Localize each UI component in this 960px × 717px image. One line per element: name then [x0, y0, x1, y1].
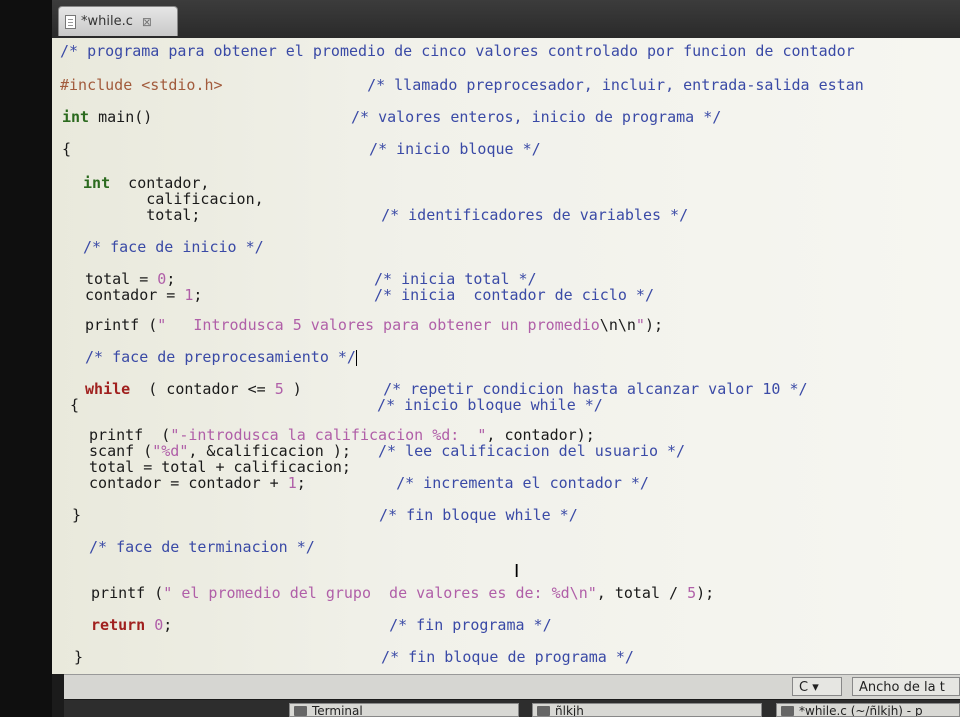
code-line: } /* fin bloque while */: [72, 506, 578, 524]
code-line: { /* inicio bloque while */: [70, 396, 603, 414]
code-token: total;: [74, 206, 201, 224]
code-token: }: [74, 648, 84, 666]
code-line: /* face de terminacion */: [80, 538, 315, 556]
taskbar-editor[interactable]: *while.c (~/ñlkjh) - p: [776, 703, 960, 717]
folder-icon: [537, 706, 550, 716]
code-line: /* face de preprocesamiento */: [76, 348, 357, 366]
code-token: /* inicio bloque */: [369, 140, 541, 158]
code-token: /* lee calificacion del usuario */: [378, 442, 686, 460]
code-token: , total /: [596, 584, 688, 602]
code-token: ;: [296, 474, 306, 492]
code-token: 0: [154, 616, 164, 634]
code-line: /* programa para obtener el promedio de …: [60, 42, 855, 60]
code-token: 1: [287, 474, 297, 492]
tab-close-icon[interactable]: ⊠: [142, 15, 152, 29]
mouse-ibeam-icon: I: [514, 561, 520, 582]
code-token: contador = contador +: [80, 474, 288, 492]
code-token: /* programa para obtener el promedio de …: [60, 42, 855, 60]
status-bar: C ▾ Ancho de la t: [64, 674, 960, 699]
screen: *while.c ⊠ /* programa para obtener el p…: [52, 0, 960, 717]
code-token: /* face de terminacion */: [80, 538, 315, 556]
tab-title: *while.c: [81, 14, 133, 29]
code-line: return 0; /* fin programa */: [82, 616, 552, 634]
code-token: " el promedio del grupo de valores es de…: [163, 584, 597, 602]
language-selector[interactable]: C ▾: [792, 677, 842, 696]
code-line: int main() /* valores enteros, inicio de…: [62, 108, 721, 126]
code-token: 5: [687, 584, 697, 602]
code-token: /* fin programa */: [389, 616, 552, 634]
code-line: contador = 1; /* inicia contador de cicl…: [76, 286, 654, 304]
taskbar: Terminal ñlkjh *while.c (~/ñlkjh) - p: [64, 700, 960, 717]
code-line: contador = contador + 1; /* incrementa e…: [80, 474, 649, 492]
document-icon: [65, 14, 76, 29]
text-cursor: [355, 349, 357, 366]
code-token: /* fin bloque while */: [379, 506, 578, 524]
code-token: main(): [89, 108, 153, 126]
code-token: printf (: [76, 316, 158, 334]
code-editor[interactable]: /* programa para obtener el promedio de …: [52, 38, 960, 674]
code-token: /* fin bloque de programa */: [381, 648, 634, 666]
taskbar-editor-label: *while.c (~/ñlkjh) - p: [799, 704, 923, 717]
code-token: /* valores enteros, inicio de programa *…: [351, 108, 722, 126]
code-line: { /* inicio bloque */: [62, 140, 541, 158]
code-token: /* inicia contador de ciclo */: [374, 286, 654, 304]
code-token: /* llamado preprocesador, incluir, entra…: [367, 76, 864, 94]
code-line: #include <stdio.h> /* llamado preprocesa…: [60, 76, 864, 94]
code-token: {: [62, 140, 72, 158]
tab-while-c[interactable]: *while.c ⊠: [58, 6, 178, 36]
tab-bar: *while.c ⊠: [52, 0, 960, 39]
code-line: total; /* identificadores de variables *…: [74, 206, 688, 224]
code-token: /* inicio bloque while */: [377, 396, 603, 414]
code-token: /* face de preprocesamiento */: [76, 348, 356, 366]
code-token: printf (: [82, 584, 164, 602]
taskbar-terminal[interactable]: Terminal: [289, 703, 519, 717]
terminal-icon: [294, 706, 307, 716]
code-token: ;: [163, 616, 173, 634]
code-token: /* incrementa el contador */: [396, 474, 649, 492]
code-line: printf (" Introdusca 5 valores para obte…: [76, 316, 663, 334]
text-editor-icon: [781, 706, 794, 716]
code-token: contador =: [76, 286, 185, 304]
tab-width-selector[interactable]: Ancho de la t: [852, 677, 960, 696]
code-line: printf (" el promedio del grupo de valor…: [82, 584, 714, 602]
code-token: int: [62, 108, 90, 126]
code-token: /* face de inicio */: [74, 238, 264, 256]
code-token: #include <stdio.h>: [60, 76, 223, 94]
code-token: );: [696, 584, 715, 602]
taskbar-files[interactable]: ñlkjh: [532, 703, 762, 717]
code-token: " Introdusca 5 valores para obtener un p…: [157, 316, 600, 334]
code-token: /* identificadores de variables */: [381, 206, 689, 224]
code-line: } /* fin bloque de programa */: [74, 648, 634, 666]
code-token: ": [635, 316, 645, 334]
code-token: return: [82, 616, 146, 634]
taskbar-terminal-label: Terminal: [312, 704, 363, 717]
code-token: }: [72, 506, 82, 524]
code-token: {: [70, 396, 80, 414]
code-token: );: [644, 316, 664, 334]
taskbar-files-label: ñlkjh: [555, 704, 584, 717]
code-line: /* face de inicio */: [74, 238, 264, 256]
code-token: \n\n: [599, 316, 636, 334]
